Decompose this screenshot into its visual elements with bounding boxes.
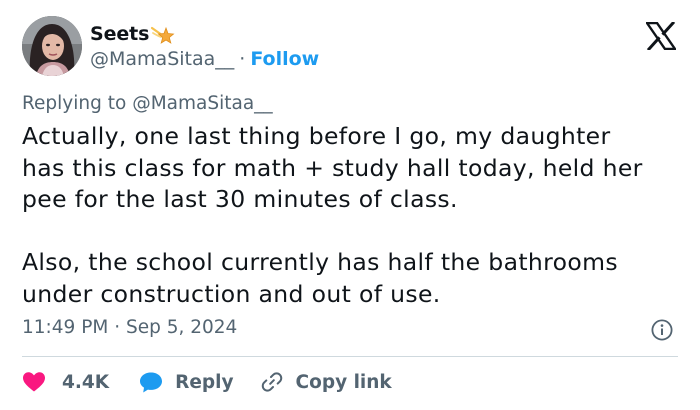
replying-handle[interactable]: @MamaSitaa__ — [132, 93, 272, 114]
author-name-row: Seets — [90, 22, 175, 46]
author-handle[interactable]: @MamaSitaa__ — [90, 48, 234, 70]
replying-prefix: Replying to — [22, 93, 127, 114]
copy-link-label: Copy link — [295, 371, 392, 393]
author-display-name[interactable]: Seets — [90, 23, 149, 45]
avatar-image — [22, 16, 82, 76]
tweet-text: Actually, one last thing before I go, my… — [22, 122, 643, 308]
follow-button[interactable]: Follow — [250, 48, 319, 70]
action-bar: 4.4K Reply Copy link — [22, 368, 392, 396]
reply-label: Reply — [175, 371, 234, 393]
info-icon[interactable] — [651, 319, 673, 341]
shooting-star-icon — [151, 23, 175, 45]
copy-link-button[interactable]: Copy link — [260, 370, 392, 394]
link-icon — [260, 370, 284, 394]
tweet-timestamp[interactable]: 11:49 PM · Sep 5, 2024 — [22, 317, 237, 338]
speech-bubble-icon — [139, 371, 163, 393]
like-count: 4.4K — [62, 371, 110, 393]
like-button[interactable]: 4.4K — [22, 371, 109, 393]
divider — [22, 356, 678, 357]
tweet-card: Seets @MamaSitaa__ · Follow Replying to … — [0, 0, 700, 410]
x-logo-icon[interactable] — [644, 20, 678, 52]
separator-dot: · — [239, 48, 246, 70]
reply-button[interactable]: Reply — [139, 371, 234, 393]
heart-icon — [22, 371, 46, 393]
replying-to: Replying to @MamaSitaa__ — [22, 93, 273, 114]
avatar[interactable] — [22, 16, 82, 76]
author-handle-row: @MamaSitaa__ · Follow — [90, 48, 319, 70]
